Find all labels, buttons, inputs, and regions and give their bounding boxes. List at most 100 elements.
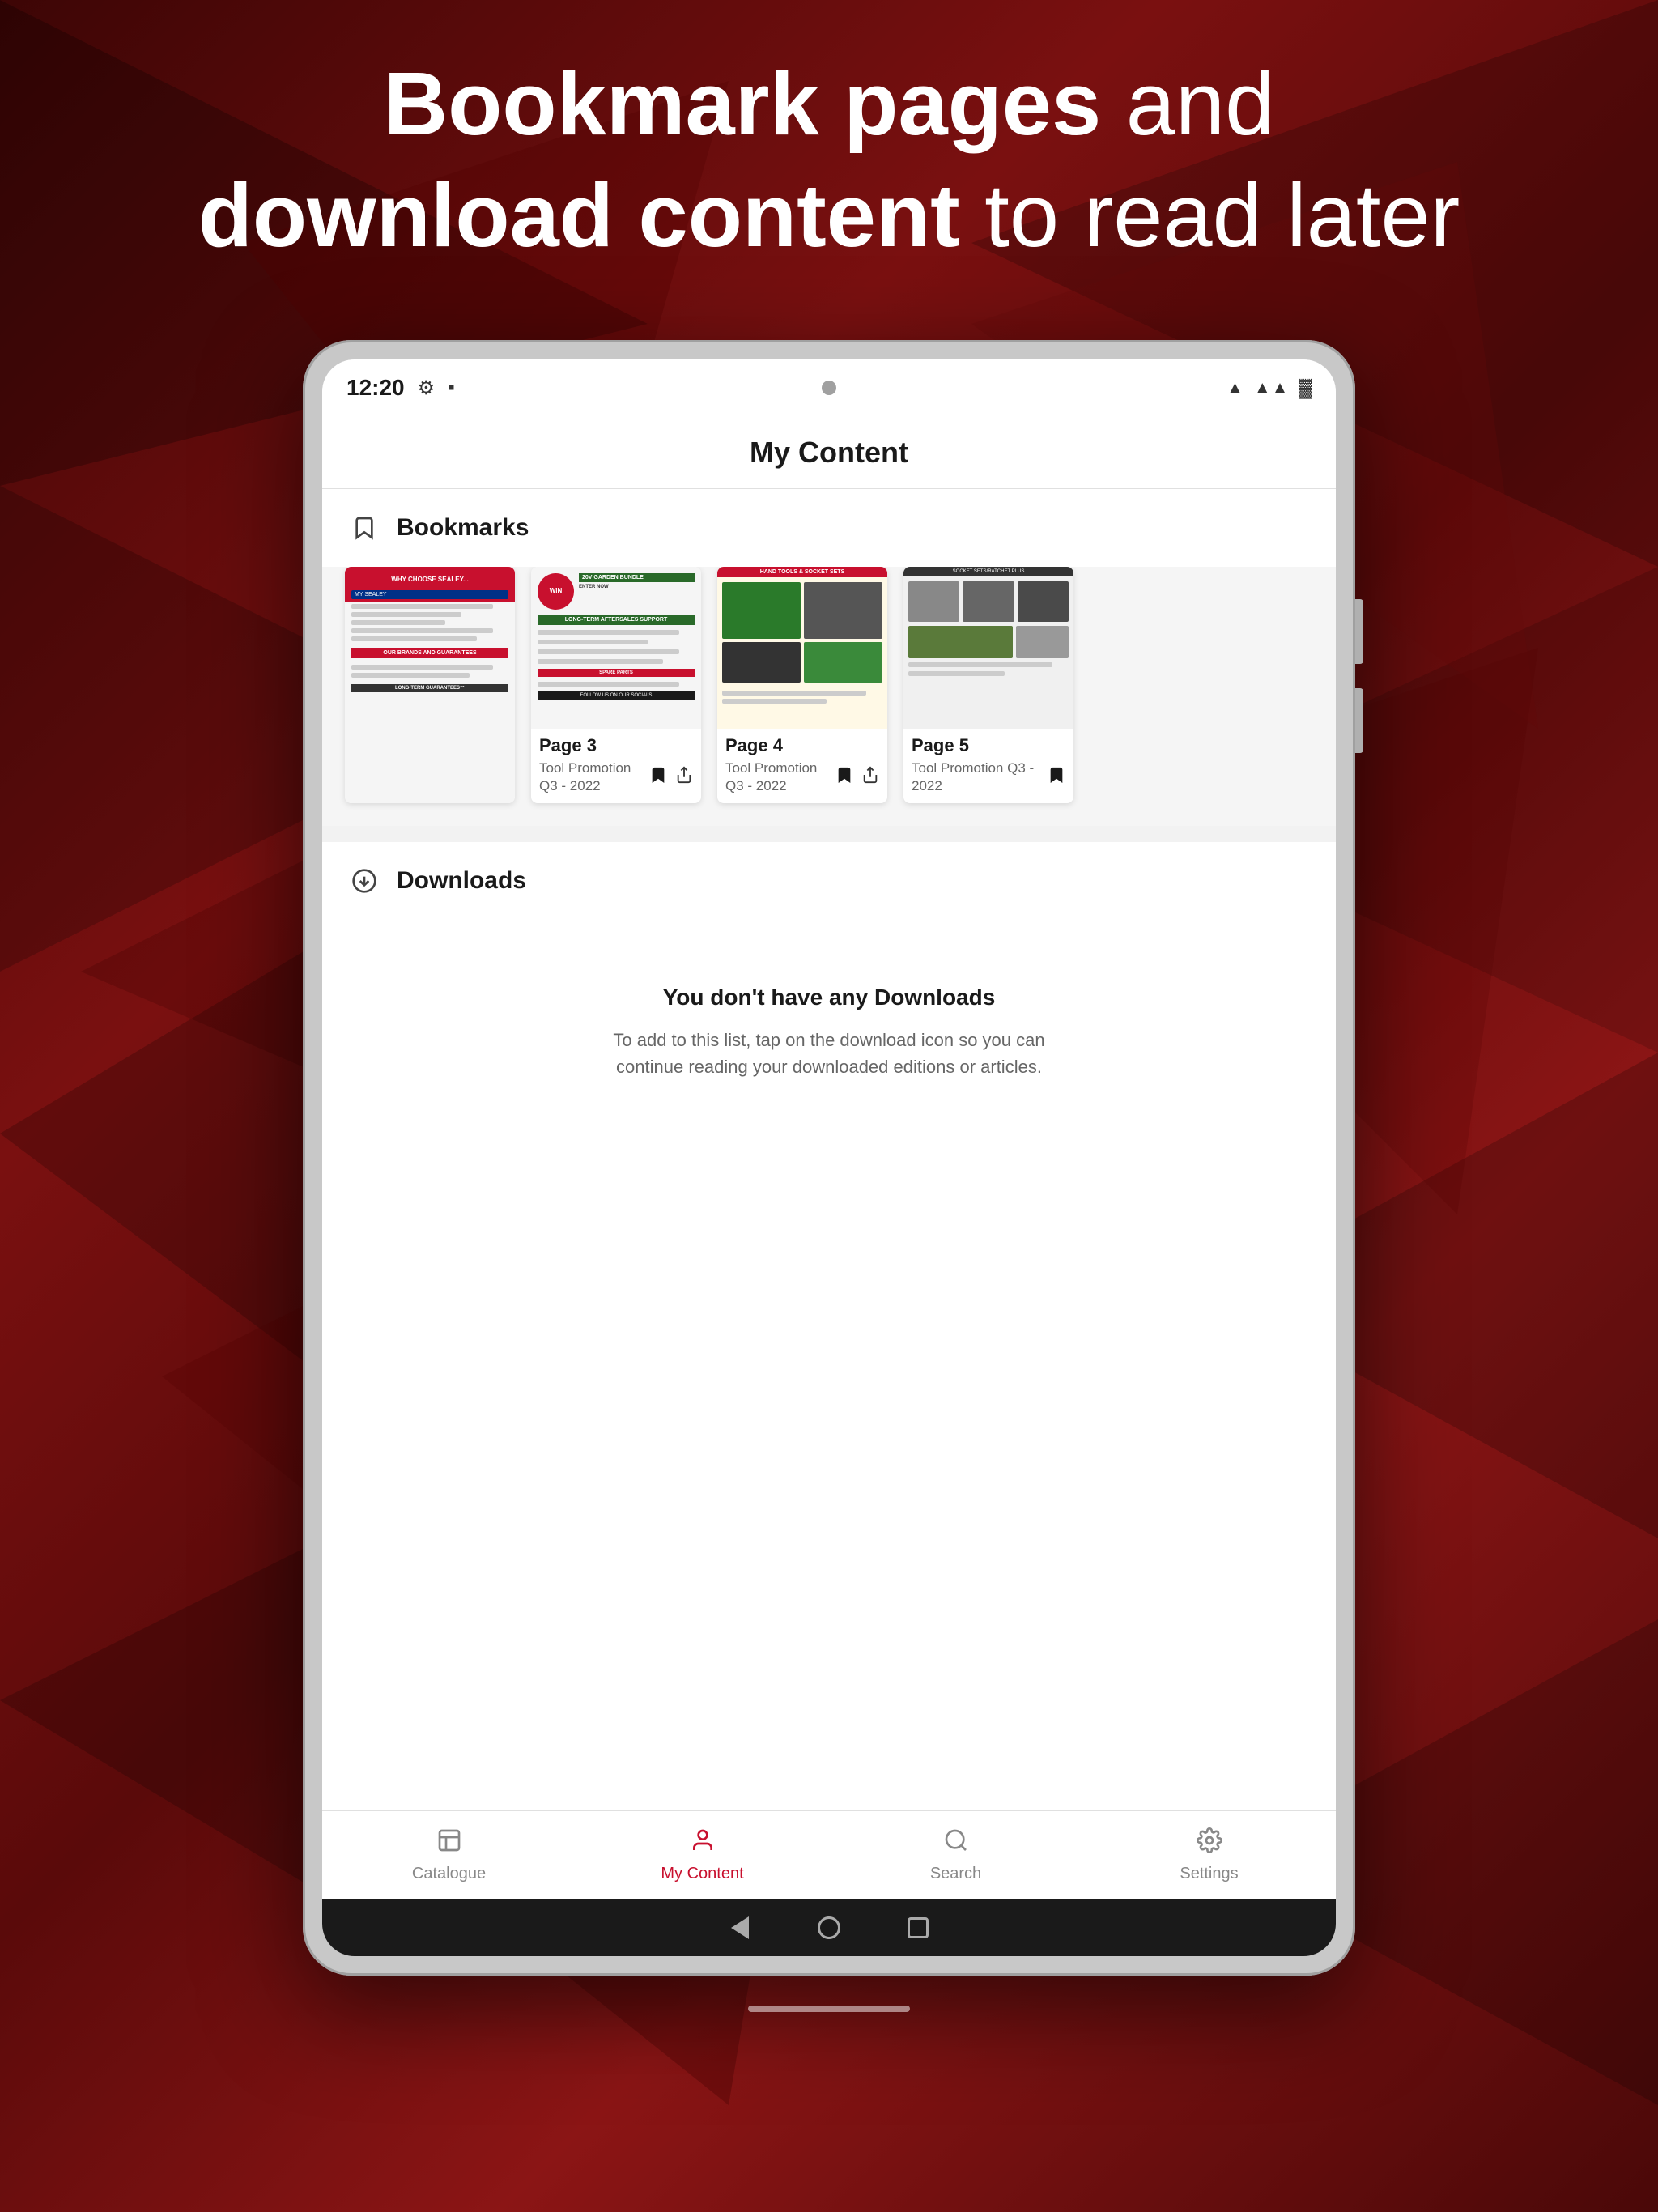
thumb-line [538,682,679,687]
win-badge: WIN [538,573,574,610]
bookmark-actions[interactable] [649,766,693,789]
tool-row-2-right [1016,626,1069,658]
bookmark-page-label: Page 3 [531,729,701,759]
tool-img-2 [804,582,882,639]
bookmark-edition: Tool Promotion Q3 - 2022 [539,759,649,795]
nav-item-settings[interactable]: Settings [1082,1819,1336,1891]
page2-guarantee: LONG-TERM GUARANTEES™ [351,684,508,692]
headline-normal1: and [1101,54,1274,154]
bookmark-filled-icon[interactable] [1048,766,1065,789]
downloads-title: Downloads [397,867,526,895]
wifi-icon: ▲ [1226,377,1244,398]
bookmark-card-footer: Tool Promotion Q3 - 2022 [531,759,701,803]
status-left: 12:20 ⚙ ▪ [346,375,455,401]
my-content-label: My Content [661,1865,743,1883]
status-time: 12:20 [346,375,405,401]
thumb-line [722,691,866,696]
settings-status-icon: ⚙ [418,376,436,400]
app-header: My Content [322,416,1336,489]
content-area: Bookmarks WHY CHOOSE SEALEY... MY SEALEY [322,489,1336,1810]
tablet-camera [822,381,836,395]
my-content-icon [690,1827,716,1860]
aftersales: LONG-TERM AFTERSALES SUPPORT [538,615,695,625]
bookmarks-scroll[interactable]: WHY CHOOSE SEALEY... MY SEALEY OUR BRAND… [322,567,1336,826]
signal-icon: ▲▲ [1253,377,1289,398]
tablet-frame: 12:20 ⚙ ▪ ▲ ▲▲ ▓ My Content [303,340,1355,1976]
bookmark-card-page4[interactable]: HAND TOOLS & SOCKET SETS [717,567,887,803]
thumb-line [722,699,827,704]
thumb-line [538,659,663,664]
bookmark-edition: Tool Promotion Q3 - 2022 [725,759,835,795]
bookmark-card-page3[interactable]: WIN 20V GARDEN BUNDLE ENTER NOW LONG-TER… [531,567,701,803]
bookmark-edition: Tool Promotion Q3 - 2022 [912,759,1048,795]
downloads-empty-title: You don't have any Downloads [663,985,996,1010]
nav-item-catalogue[interactable]: Catalogue [322,1819,576,1891]
nav-item-my-content[interactable]: My Content [576,1819,829,1891]
tool-row-2-left [908,626,1013,658]
enter-now: ENTER NOW [579,585,695,589]
downloads-header: Downloads [322,842,1336,920]
share-icon[interactable] [861,766,879,789]
thumb-line [538,649,679,654]
bookmarks-header: Bookmarks [322,489,1336,567]
android-recent-button[interactable] [906,1916,930,1940]
bookmark-thumb-page3: WIN 20V GARDEN BUNDLE ENTER NOW LONG-TER… [531,567,701,729]
thumb-line [538,640,648,644]
thumb-line [351,620,445,625]
bookmark-filled-icon[interactable] [835,766,853,789]
nav-item-search[interactable]: Search [829,1819,1082,1891]
tablet-device: 12:20 ⚙ ▪ ▲ ▲▲ ▓ My Content [303,340,1355,1976]
android-home-button[interactable] [817,1916,841,1940]
bookmark-filled-icon[interactable] [649,766,667,789]
tablet-volume-up [1355,599,1363,664]
back-arrow [731,1916,749,1939]
tool-img-4 [804,642,882,683]
headline-bold2: download content [198,166,960,266]
downloads-empty-state: You don't have any Downloads To add to t… [322,920,1336,1145]
bottom-navigation: Catalogue My Content [322,1810,1336,1899]
page4-header: HAND TOOLS & SOCKET SETS [717,567,887,577]
sealey-logo: MY SEALEY [351,590,508,599]
bookmark-thumb-page2: WHY CHOOSE SEALEY... MY SEALEY OUR BRAND… [345,567,515,803]
bookmarks-icon [345,508,384,547]
tool-row-1-mid [1018,581,1069,622]
recent-square [908,1917,929,1938]
bookmark-page-label: Page 5 [903,729,1073,759]
thumb-line [351,612,461,617]
thumb-line [351,673,470,678]
tablet-volume-down [1355,688,1363,753]
headline-bold1: Bookmark pages [384,54,1101,154]
headline-normal2: to read later [960,166,1460,266]
thumb-line [908,671,1005,676]
status-right: ▲ ▲▲ ▓ [1226,377,1312,398]
tool-row-1-left [908,581,959,622]
settings-label: Settings [1180,1865,1238,1883]
downloads-empty-description: To add to this list, tap on the download… [586,1027,1072,1080]
share-icon[interactable] [675,766,693,789]
tool-img-3 [722,642,801,683]
spare-parts: SPARE PARTS [538,669,695,677]
battery-icon: ▓ [1299,377,1312,398]
downloads-section: Downloads You don't have any Downloads T… [322,842,1336,1810]
bookmark-thumb-page5: SOCKET SETS/RATCHET PLUS [903,567,1073,729]
android-back-button[interactable] [728,1916,752,1940]
follow-us: FOLLOW US ON OUR SOCIALS [538,691,695,700]
headline-line1: Bookmark pages and [65,49,1593,160]
page5-header: SOCKET SETS/RATCHET PLUS [903,567,1073,576]
bookmark-card-page2[interactable]: WHY CHOOSE SEALEY... MY SEALEY OUR BRAND… [345,567,515,803]
headline-section: Bookmark pages and download content to r… [0,49,1658,271]
bookmark-page-label: Page 4 [717,729,887,759]
bookmark-card-footer: Tool Promotion Q3 - 2022 [903,759,1073,803]
page2-footer: OUR BRANDS AND GUARANTEES [351,648,508,658]
garden-bundle: 20V GARDEN BUNDLE [579,573,695,582]
bookmark-card-page5[interactable]: SOCKET SETS/RATCHET PLUS [903,567,1073,803]
thumb-line [351,665,493,670]
bookmark-actions[interactable] [835,766,879,789]
home-indicator [748,2006,910,2012]
bookmark-actions[interactable] [1048,766,1065,789]
thumb-line [538,630,679,635]
bookmark-card-footer: Tool Promotion Q3 - 2022 [717,759,887,803]
catalogue-label: Catalogue [412,1865,486,1883]
tool-row-1-right [963,581,1014,622]
bookmarks-section: Bookmarks WHY CHOOSE SEALEY... MY SEALEY [322,489,1336,826]
